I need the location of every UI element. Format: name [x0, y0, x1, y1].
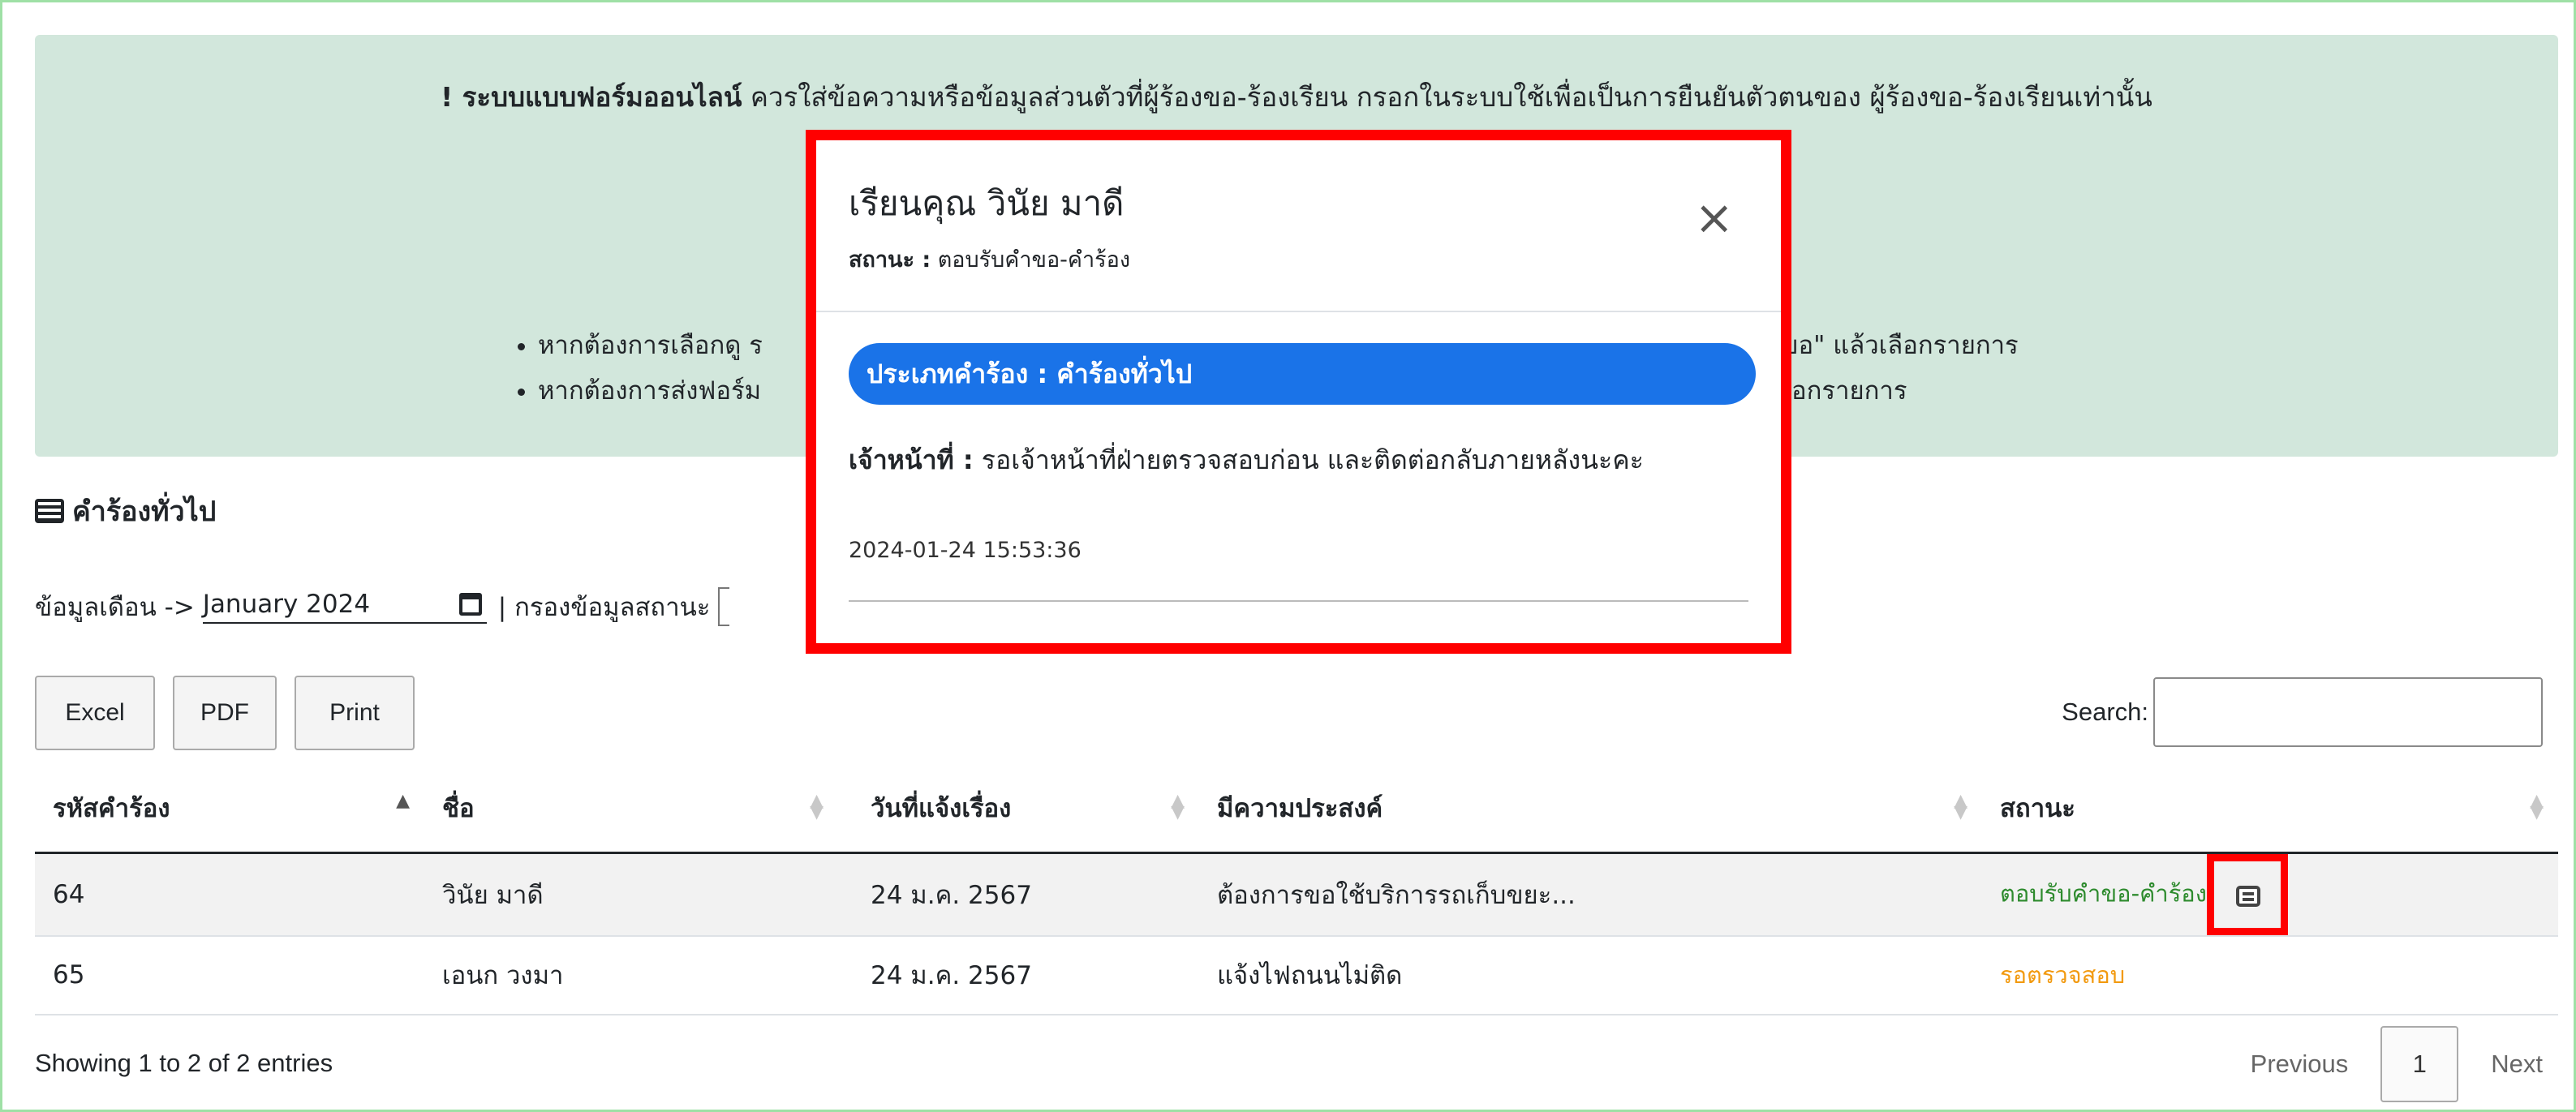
print-button[interactable]: Print	[295, 676, 415, 750]
status-badge: รอตรวจสอบ	[2000, 961, 2126, 989]
search-input[interactable]	[2153, 677, 2543, 747]
cell-name: วินัย มาดี	[424, 852, 838, 937]
cell-id: 64	[35, 852, 424, 937]
cell-date: 24 ม.ค. 2567	[838, 935, 1199, 1015]
modal-timestamp: 2024-01-24 15:53:36	[849, 538, 1082, 563]
sort-icon: ▲	[396, 791, 410, 811]
alert-bold-prefix: ! ระบบแบบฟอร์มออนไลน์	[441, 81, 742, 113]
cell-purpose: แจ้งไฟถนนไม่ติด	[1199, 935, 1982, 1015]
table-info: Showing 1 to 2 of 2 entries	[35, 1049, 333, 1077]
table-header-row: รหัสคำร้อง ▲ ชื่อ ▲ ▼ วันที่แจ้งเรื่อง ▲ ▼ มี…	[35, 765, 2558, 854]
month-label: ข้อมูลเดือน ->	[35, 593, 195, 622]
column-header-purpose[interactable]: มีความประสงค์ ▲ ▼	[1199, 765, 1982, 854]
section-title: คำร้องทั่วไป	[35, 489, 216, 533]
cell-status: รอตรวจสอบ	[1982, 935, 2558, 1015]
column-header-date[interactable]: วันที่แจ้งเรื่อง ▲ ▼	[838, 765, 1199, 854]
cell-id: 65	[35, 935, 424, 1015]
excel-button[interactable]: Excel	[35, 676, 155, 750]
close-icon[interactable]: ×	[1694, 194, 1734, 241]
pdf-button[interactable]: PDF	[173, 676, 277, 750]
sort-icon: ▲ ▼	[1171, 791, 1185, 822]
search-label: Search:	[2062, 698, 2148, 726]
officer-message: เจ้าหน้าที่ : รอเจ้าหน้าที่ฝ่ายตรวจสอบก่…	[849, 444, 1644, 475]
calendar-icon[interactable]	[458, 593, 482, 616]
modal-bottom-divider	[849, 600, 1748, 602]
page-button-1[interactable]: 1	[2380, 1026, 2459, 1102]
cell-date: 24 ม.ค. 2567	[838, 852, 1199, 937]
request-type-badge: ประเภทคำร้อง : คำร้องทั่วไป	[849, 343, 1756, 405]
view-response-button[interactable]	[2206, 853, 2288, 935]
search-box: Search:	[2062, 677, 2543, 747]
sort-icon: ▲ ▼	[810, 791, 824, 822]
cell-status: ตอบรับคำขอ-คำร้อง	[1982, 852, 2558, 937]
previous-button[interactable]: Previous	[2251, 1050, 2349, 1079]
next-button[interactable]: Next	[2491, 1050, 2543, 1079]
table-row[interactable]: 65 เอนก วงมา 24 ม.ค. 2567 แจ้งไฟถนนไม่ติ…	[35, 935, 2558, 1015]
cell-purpose: ต้องการขอใช้บริการรถเก็บขยะ...	[1199, 852, 1982, 937]
list-icon	[35, 499, 64, 523]
month-input[interactable]: January 2024	[202, 590, 487, 624]
column-header-name[interactable]: ชื่อ ▲ ▼	[424, 765, 838, 854]
alert-notice: ! ระบบแบบฟอร์มออนไลน์ ควรใส่ข้อความหรือข…	[35, 75, 2558, 118]
column-header-status[interactable]: สถานะ ▲ ▼	[1982, 765, 2558, 854]
table-row[interactable]: 64 วินัย มาดี 24 ม.ค. 2567 ต้องการขอใช้บ…	[35, 852, 2558, 937]
status-filter-select[interactable]	[718, 587, 730, 626]
sort-icon: ▲ ▼	[2530, 791, 2544, 822]
column-header-id[interactable]: รหัสคำร้อง ▲	[35, 765, 424, 854]
modal-status: สถานะ : ตอบรับคำขอ-คำร้อง	[849, 247, 1131, 273]
cell-name: เอนก วงมา	[424, 935, 838, 1015]
status-filter-label: | กรองข้อมูลสถานะ	[497, 593, 711, 622]
requests-table: รหัสคำร้อง ▲ ชื่อ ▲ ▼ วันที่แจ้งเรื่อง ▲ ▼ มี…	[35, 765, 2558, 1015]
pagination: Previous 1 Next	[2251, 1026, 2543, 1102]
alert-notice-text: ควรใส่ข้อความหรือข้อมูลส่วนตัวที่ผู้ร้อง…	[742, 81, 2152, 113]
modal-divider	[816, 311, 1781, 312]
mail-open-icon	[2235, 885, 2260, 907]
filter-row: ข้อมูลเดือน -> January 2024 | กรองข้อมูล…	[35, 586, 730, 627]
status-badge: ตอบรับคำขอ-คำร้อง	[2000, 879, 2207, 907]
sort-icon: ▲ ▼	[1954, 791, 1967, 822]
response-modal: เรียนคุณ วินัย มาดี สถานะ : ตอบรับคำขอ-ค…	[806, 130, 1791, 654]
modal-title: เรียนคุณ วินัย มาดี	[849, 183, 1125, 223]
